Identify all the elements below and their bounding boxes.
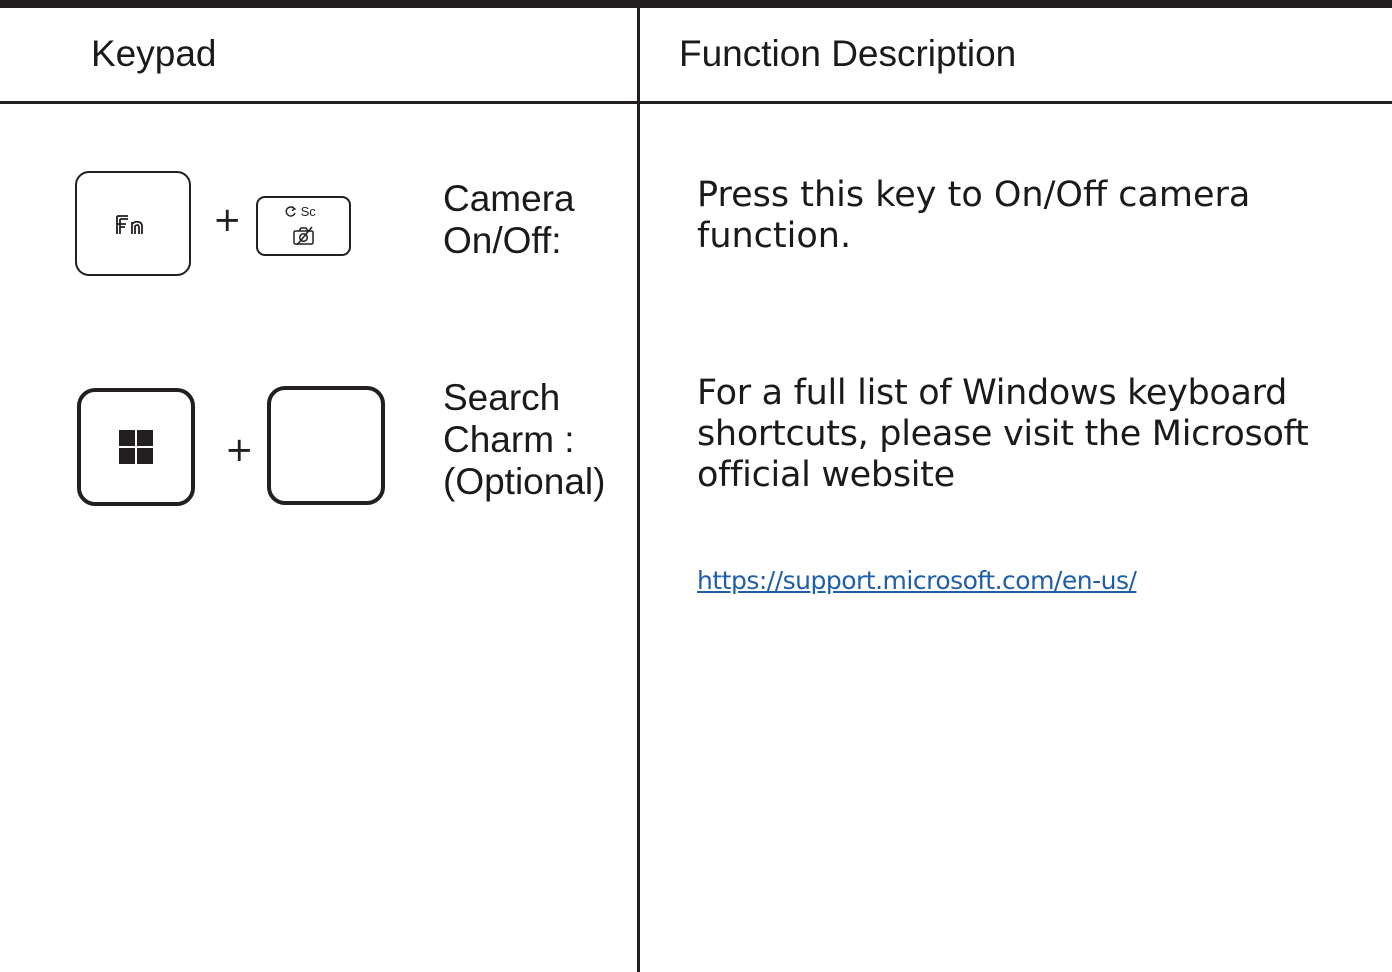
column-header-keypad: Keypad xyxy=(91,33,217,74)
plus-sign: + xyxy=(213,200,242,240)
camera-description: Press this key to On/Off camera function… xyxy=(697,175,1251,256)
windows-key xyxy=(77,388,195,506)
table-header-rule xyxy=(0,101,1392,104)
table-top-rule xyxy=(0,0,1392,8)
windows-logo-icon xyxy=(119,430,153,464)
refresh-icon xyxy=(285,205,297,217)
sc-key-label: Sc xyxy=(300,204,316,219)
camera-off-icon xyxy=(293,226,314,246)
search-charm-label: Search Charm : (Optional) xyxy=(443,377,606,502)
blank-key xyxy=(267,386,385,505)
fn-key xyxy=(75,171,191,276)
search-charm-description: For a full list of Windows keyboard shor… xyxy=(697,373,1309,495)
column-header-function-description: Function Description xyxy=(679,33,1017,74)
microsoft-support-link[interactable]: https://support.microsoft.com/en-us/ xyxy=(697,564,1137,598)
fn-icon xyxy=(116,215,143,234)
sc-camera-key: Sc xyxy=(256,196,351,256)
plus-sign: + xyxy=(225,430,254,470)
column-divider xyxy=(637,8,640,972)
camera-on-off-label: Camera On/Off: xyxy=(443,178,575,261)
